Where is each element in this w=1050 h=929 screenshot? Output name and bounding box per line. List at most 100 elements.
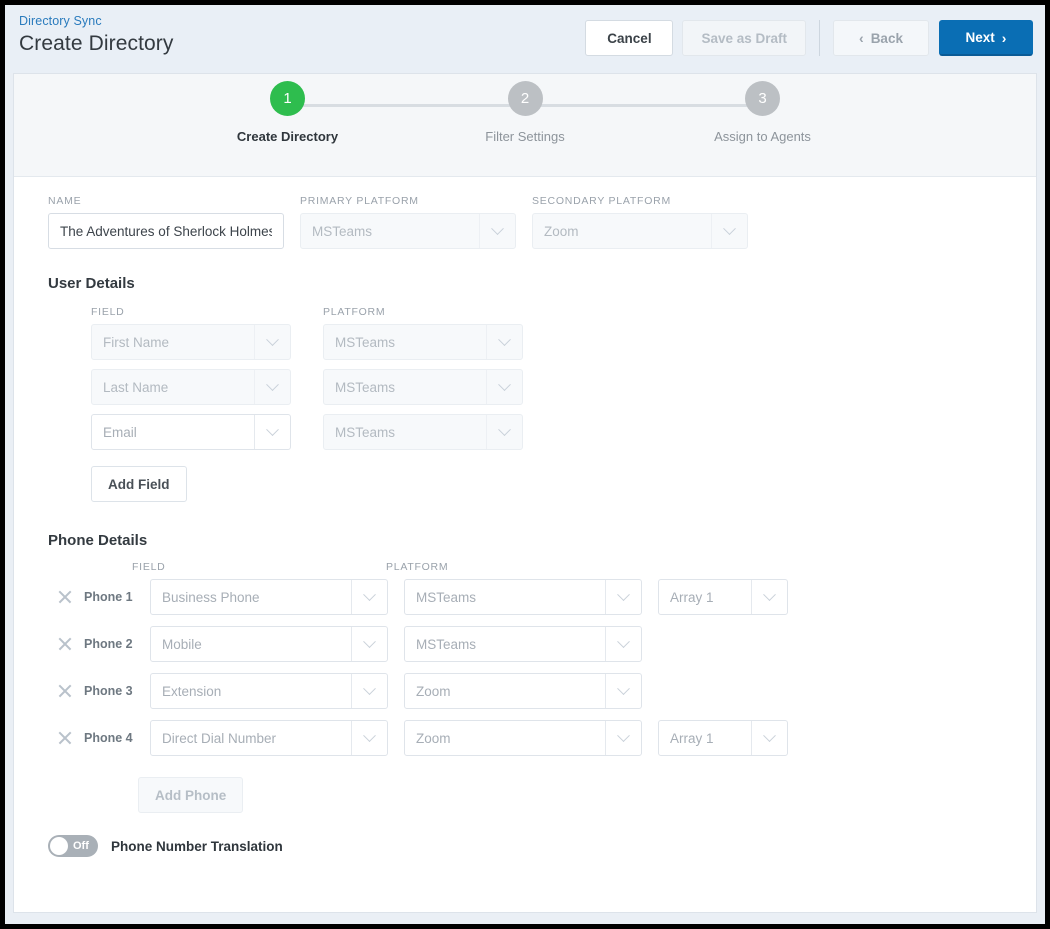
phone-platform-select-4[interactable]: Zoom	[404, 720, 642, 756]
phone-row: Phone 1 Business Phone MSTeams Array 1	[48, 579, 1036, 615]
toggle-state-label: Off	[73, 840, 89, 852]
step-2-label: Filter Settings	[485, 129, 565, 144]
cancel-button[interactable]: Cancel	[585, 20, 674, 56]
user-field-1: Last Name	[91, 369, 291, 405]
user-field-select-0[interactable]: First Name	[91, 324, 291, 360]
phone-details-title: Phone Details	[48, 532, 148, 549]
step-filter-settings[interactable]: 2 Filter Settings	[463, 81, 588, 144]
chevron-down-icon	[351, 627, 387, 661]
add-field-button[interactable]: Add Field	[91, 466, 187, 502]
chevron-down-icon	[479, 214, 515, 248]
user-field-select-1[interactable]: Last Name	[91, 369, 291, 405]
phone-field-select-3[interactable]: Extension	[150, 673, 388, 709]
name-input[interactable]	[48, 213, 284, 249]
chevron-down-icon	[605, 627, 641, 661]
primary-platform-label: PRIMARY PLATFORM	[300, 195, 419, 207]
phone-3-field: Extension	[150, 673, 388, 709]
phone-field-select-2[interactable]: Mobile	[150, 626, 388, 662]
user-field-value-1: Last Name	[103, 379, 169, 395]
wizard-stepper: 1 Create Directory 2 Filter Settings 3 A…	[14, 74, 1036, 177]
phone-translation-row: Off Phone Number Translation	[48, 835, 1036, 857]
chevron-down-icon	[254, 415, 290, 449]
remove-phone-4-icon[interactable]	[54, 727, 76, 749]
phone-platform-select-2[interactable]: MSTeams	[404, 626, 642, 662]
phone-row: Phone 3 Extension Zoom	[48, 673, 1036, 709]
header-actions: Cancel Save as Draft ‹ Back Next ›	[585, 20, 1033, 56]
user-details-grid: FIELD PLATFORM First Name MSTeams Last N…	[91, 306, 1036, 502]
user-details-title: User Details	[48, 275, 135, 292]
save-as-draft-button[interactable]: Save as Draft	[682, 20, 806, 56]
user-field-2: Email	[91, 414, 291, 450]
chevron-down-icon	[605, 580, 641, 614]
user-platform-select-1[interactable]: MSTeams	[323, 369, 523, 405]
next-button[interactable]: Next ›	[939, 20, 1033, 56]
phone-translation-label: Phone Number Translation	[111, 838, 283, 854]
secondary-platform-select[interactable]: Zoom	[532, 213, 748, 249]
phone-array-value-1: Array 1	[670, 589, 714, 605]
phone-platform-value-3: Zoom	[416, 683, 451, 699]
user-detail-row: Email MSTeams	[91, 414, 1036, 450]
page-header: Directory Sync Create Directory Cancel S…	[5, 5, 1045, 73]
phone-2-label: Phone 2	[84, 637, 133, 651]
name-group: NAME	[48, 195, 284, 249]
phone-platform-value-2: MSTeams	[416, 636, 477, 652]
step-create-directory[interactable]: 1 Create Directory	[225, 81, 350, 144]
phone-array-select-1[interactable]: Array 1	[658, 579, 788, 615]
directory-top-row: NAME PRIMARY PLATFORM MSTeams SECONDARY …	[48, 195, 1036, 249]
chevron-down-icon	[751, 580, 787, 614]
phone-platform-select-1[interactable]: MSTeams	[404, 579, 642, 615]
user-platform-0: MSTeams	[323, 324, 523, 360]
chevron-down-icon	[486, 370, 522, 404]
phone-details-grid: FIELD PLATFORM Phone 1 Business Phone MS…	[48, 561, 1036, 857]
toggle-knob	[50, 837, 68, 855]
user-platform-select-0[interactable]: MSTeams	[323, 324, 523, 360]
user-field-column-header: FIELD	[91, 306, 125, 318]
form-body: NAME PRIMARY PLATFORM MSTeams SECONDARY …	[14, 177, 1036, 857]
chevron-down-icon	[605, 721, 641, 755]
phone-1-array: Array 1	[658, 579, 788, 615]
phone-4-label: Phone 4	[84, 731, 133, 745]
chevron-down-icon	[254, 325, 290, 359]
user-details-header: FIELD PLATFORM	[91, 306, 1036, 324]
phone-platform-select-3[interactable]: Zoom	[404, 673, 642, 709]
phone-2-field: Mobile	[150, 626, 388, 662]
phone-2-platform: MSTeams	[404, 626, 642, 662]
name-label: NAME	[48, 195, 82, 207]
phone-field-value-4: Direct Dial Number	[162, 730, 277, 746]
step-assign-to-agents[interactable]: 3 Assign to Agents	[700, 81, 825, 144]
user-platform-1: MSTeams	[323, 369, 523, 405]
remove-phone-1-icon[interactable]	[54, 586, 76, 608]
phone-field-value-2: Mobile	[162, 636, 202, 652]
chevron-down-icon	[351, 721, 387, 755]
add-phone-button[interactable]: Add Phone	[138, 777, 244, 813]
phone-field-value-3: Extension	[162, 683, 222, 699]
step-3-circle: 3	[745, 81, 780, 116]
phone-1-label: Phone 1	[84, 590, 133, 604]
phone-field-select-4[interactable]: Direct Dial Number	[150, 720, 388, 756]
step-2-circle: 2	[507, 81, 543, 116]
phone-4-field: Direct Dial Number	[150, 720, 388, 756]
phone-number-translation-toggle[interactable]: Off	[48, 835, 98, 857]
remove-phone-2-icon[interactable]	[54, 633, 76, 655]
user-detail-row: Last Name MSTeams	[91, 369, 1036, 405]
content-card: 1 Create Directory 2 Filter Settings 3 A…	[13, 73, 1037, 913]
user-field-select-2[interactable]: Email	[91, 414, 291, 450]
phone-platform-column-header: PLATFORM	[386, 561, 449, 573]
remove-phone-3-icon[interactable]	[54, 680, 76, 702]
phone-field-select-1[interactable]: Business Phone	[150, 579, 388, 615]
chevron-down-icon	[486, 415, 522, 449]
back-button[interactable]: ‹ Back	[833, 20, 929, 56]
user-platform-select-2[interactable]: MSTeams	[323, 414, 523, 450]
back-button-label: Back	[870, 30, 903, 46]
next-button-label: Next	[965, 30, 995, 45]
chevron-down-icon	[254, 370, 290, 404]
phone-3-platform: Zoom	[404, 673, 642, 709]
chevron-down-icon	[605, 674, 641, 708]
chevron-down-icon	[351, 580, 387, 614]
user-platform-value-2: MSTeams	[335, 424, 396, 440]
primary-platform-select[interactable]: MSTeams	[300, 213, 516, 249]
secondary-platform-group: SECONDARY PLATFORM Zoom	[532, 195, 748, 249]
phone-details-header: FIELD PLATFORM	[48, 561, 1036, 579]
phone-array-select-4[interactable]: Array 1	[658, 720, 788, 756]
app-window: Directory Sync Create Directory Cancel S…	[5, 5, 1045, 924]
